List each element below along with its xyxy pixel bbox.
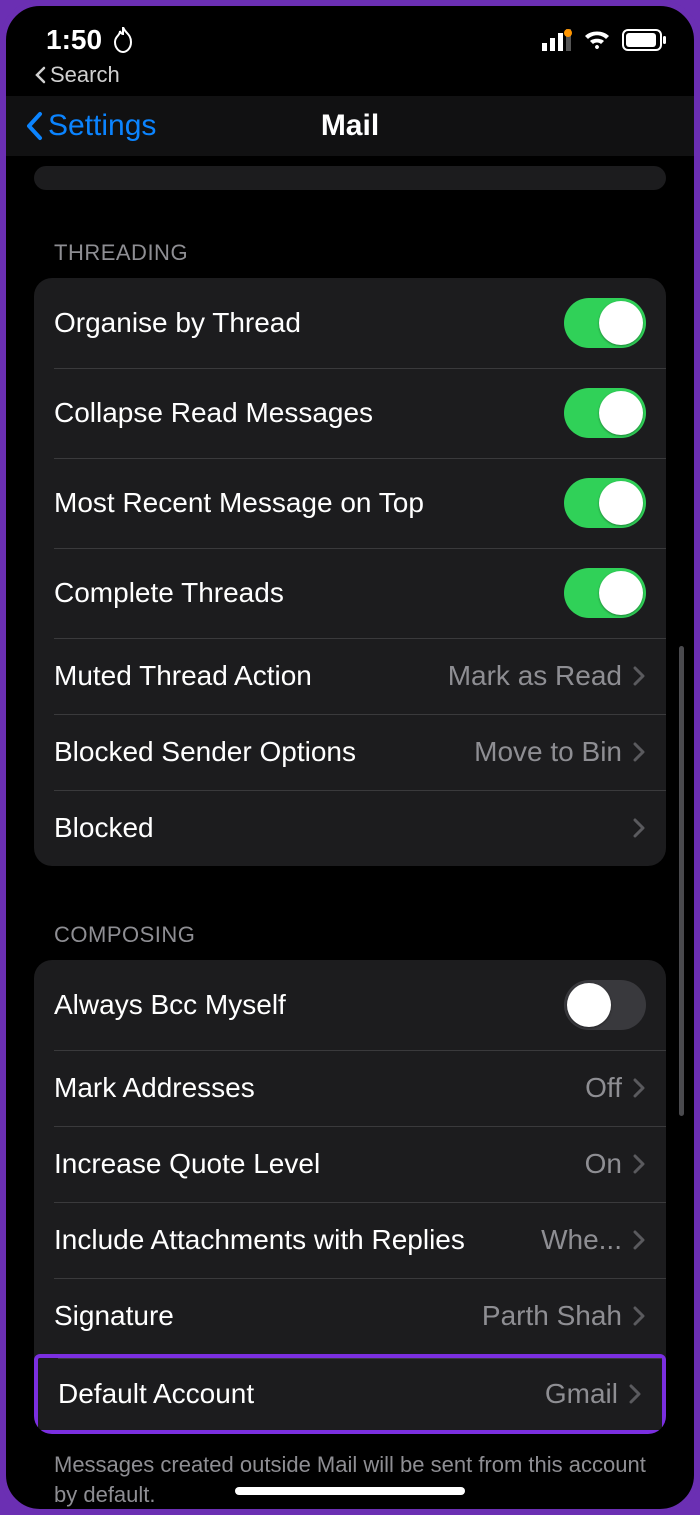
row-muted-thread-action[interactable]: Muted Thread Action Mark as Read bbox=[34, 638, 666, 714]
section-footer-composing: Messages created outside Mail will be se… bbox=[34, 1450, 666, 1509]
row-collapse-read-messages[interactable]: Collapse Read Messages bbox=[34, 368, 666, 458]
nav-back-button[interactable]: Settings bbox=[6, 109, 156, 143]
group-composing: Always Bcc Myself Mark Addresses Off Inc… bbox=[34, 960, 666, 1434]
cellular-icon bbox=[542, 29, 572, 51]
row-complete-threads[interactable]: Complete Threads bbox=[34, 548, 666, 638]
toggle-collapse-read-messages[interactable] bbox=[564, 388, 646, 438]
breadcrumb-back[interactable]: Search bbox=[6, 60, 694, 96]
row-value: Parth Shah bbox=[482, 1300, 622, 1332]
row-label: Blocked bbox=[54, 812, 632, 844]
chevron-left-icon bbox=[24, 110, 44, 142]
nav-back-label: Settings bbox=[48, 109, 156, 143]
status-time: 1:50 bbox=[46, 24, 102, 56]
wifi-icon bbox=[582, 29, 612, 51]
row-default-account[interactable]: Default Account Gmail bbox=[34, 1354, 666, 1434]
row-organise-by-thread[interactable]: Organise by Thread bbox=[34, 278, 666, 368]
chevron-right-icon bbox=[632, 817, 646, 839]
row-label: Collapse Read Messages bbox=[54, 397, 564, 429]
scrollbar[interactable] bbox=[679, 646, 684, 1116]
row-label: Most Recent Message on Top bbox=[54, 487, 564, 519]
row-value: Move to Bin bbox=[474, 736, 622, 768]
row-blocked-sender-options[interactable]: Blocked Sender Options Move to Bin bbox=[34, 714, 666, 790]
section-header-threading: THREADING bbox=[34, 240, 666, 278]
device-frame: 1:50 Search Settin bbox=[0, 0, 700, 1515]
row-label: Organise by Thread bbox=[54, 307, 564, 339]
home-indicator[interactable] bbox=[235, 1487, 465, 1495]
chevron-right-icon bbox=[632, 665, 646, 687]
row-value: Mark as Read bbox=[448, 660, 622, 692]
row-signature[interactable]: Signature Parth Shah bbox=[34, 1278, 666, 1354]
row-always-bcc-myself[interactable]: Always Bcc Myself bbox=[34, 960, 666, 1050]
row-label: Mark Addresses bbox=[54, 1072, 585, 1104]
chevron-right-icon bbox=[632, 1077, 646, 1099]
row-label: Muted Thread Action bbox=[54, 660, 448, 692]
row-label: Always Bcc Myself bbox=[54, 989, 564, 1021]
status-left: 1:50 bbox=[46, 24, 134, 56]
toggle-most-recent-on-top[interactable] bbox=[564, 478, 646, 528]
row-value: On bbox=[585, 1148, 622, 1180]
breadcrumb-label: Search bbox=[50, 62, 120, 88]
row-value: Gmail bbox=[545, 1378, 618, 1410]
chevron-right-icon bbox=[632, 741, 646, 763]
group-threading: Organise by Thread Collapse Read Message… bbox=[34, 278, 666, 866]
row-label: Increase Quote Level bbox=[54, 1148, 585, 1180]
status-right bbox=[542, 29, 666, 51]
status-bar: 1:50 bbox=[6, 6, 694, 60]
row-label: Include Attachments with Replies bbox=[54, 1224, 474, 1256]
chevron-right-icon bbox=[632, 1153, 646, 1175]
row-increase-quote-level[interactable]: Increase Quote Level On bbox=[34, 1126, 666, 1202]
settings-scroll[interactable]: THREADING Organise by Thread Collapse Re… bbox=[6, 166, 694, 1509]
row-label: Signature bbox=[54, 1300, 482, 1332]
chevron-left-icon bbox=[34, 66, 46, 84]
nav-bar: Settings Mail bbox=[6, 96, 694, 156]
row-label: Default Account bbox=[58, 1378, 545, 1410]
chevron-right-icon bbox=[632, 1305, 646, 1327]
row-blocked[interactable]: Blocked bbox=[34, 790, 666, 866]
row-value: Off bbox=[585, 1072, 622, 1104]
toggle-organise-by-thread[interactable] bbox=[564, 298, 646, 348]
chevron-right-icon bbox=[628, 1383, 642, 1405]
chevron-right-icon bbox=[632, 1229, 646, 1251]
row-mark-addresses[interactable]: Mark Addresses Off bbox=[34, 1050, 666, 1126]
toggle-complete-threads[interactable] bbox=[564, 568, 646, 618]
section-header-composing: COMPOSING bbox=[34, 922, 666, 960]
row-most-recent-on-top[interactable]: Most Recent Message on Top bbox=[34, 458, 666, 548]
battery-icon bbox=[622, 29, 666, 51]
row-label: Complete Threads bbox=[54, 577, 564, 609]
flame-icon bbox=[112, 27, 134, 53]
row-label: Blocked Sender Options bbox=[54, 736, 474, 768]
toggle-always-bcc-myself[interactable] bbox=[564, 980, 646, 1030]
row-include-attachments-with-replies[interactable]: Include Attachments with Replies Whe... bbox=[34, 1202, 666, 1278]
row-value: Whe... bbox=[541, 1224, 622, 1256]
partial-group-top bbox=[34, 166, 666, 190]
